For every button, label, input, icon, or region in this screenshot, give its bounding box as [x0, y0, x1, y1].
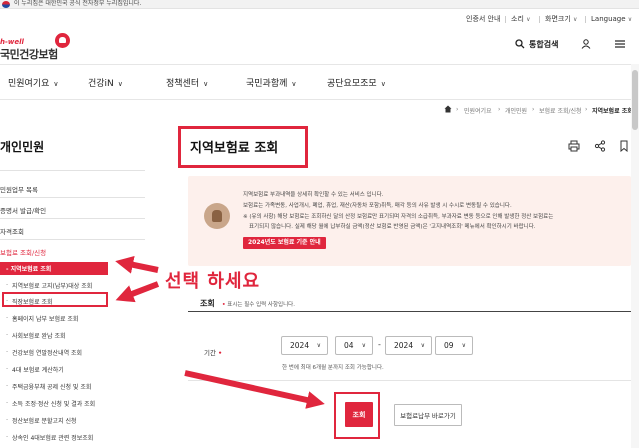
scrollbar-thumb[interactable] — [632, 70, 638, 130]
annotation-arrows — [115, 255, 325, 409]
annotation-text: 선택 하세요 — [165, 271, 261, 292]
